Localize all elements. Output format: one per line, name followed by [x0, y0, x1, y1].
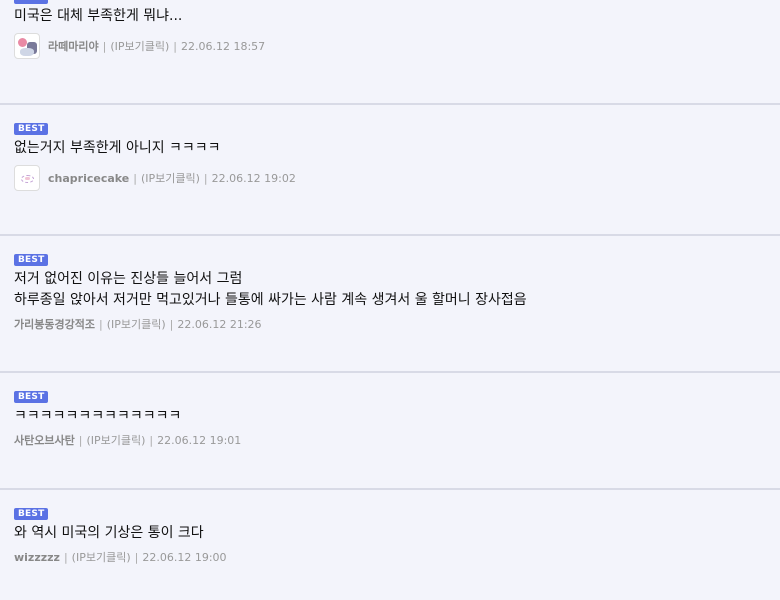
separator: |: [78, 433, 83, 447]
nickname[interactable]: 사탄오브사탄: [14, 432, 75, 448]
comment-date: 22.06.12 18:57: [181, 39, 266, 53]
comment-text: 저거 없어진 이유는 진상들 늘어서 그럼: [14, 271, 243, 287]
nickname[interactable]: wizzzzz: [14, 551, 60, 564]
comment-meta: 라떼마리야 | (IP보기클릭) | 22.06.12 18:57: [14, 32, 265, 60]
separator: |: [98, 317, 103, 331]
ip-view-link[interactable]: (IP보기클릭): [110, 38, 169, 54]
comment-text: 와 역시 미국의 기상은 통이 크다: [14, 525, 204, 541]
comment-date: 22.06.12 19:02: [211, 171, 296, 185]
comment-meta: chapricecake | (IP보기클릭) | 22.06.12 19:02: [14, 164, 296, 192]
separator: |: [149, 433, 154, 447]
separator: |: [102, 39, 107, 53]
best-badge: BEST: [14, 391, 49, 403]
ip-view-link[interactable]: (IP보기클릭): [86, 432, 145, 448]
best-badge: BEST: [14, 0, 49, 4]
comment-date: 22.06.12 19:01: [157, 433, 242, 447]
comment-item: BEST 미국은 대체 부족한게 뭐냐... 라떼마리야 | (IP보기클릭) …: [0, 0, 780, 105]
comment-item: BEST ㅋㅋㅋㅋㅋㅋㅋㅋㅋㅋㅋㅋㅋ 사탄오브사탄 | (IP보기클릭) | 2…: [0, 373, 780, 490]
comment-item: BEST 저거 없어진 이유는 진상들 늘어서 그럼 하루종일 앉아서 저거만 …: [0, 236, 780, 373]
comment-text: 없는거지 부족한게 아니지 ㅋㅋㅋㅋ: [14, 140, 221, 156]
comment-text: 미국은 대체 부족한게 뭐냐...: [14, 8, 183, 24]
separator: |: [134, 550, 139, 564]
comment-meta: wizzzzz | (IP보기클릭) | 22.06.12 19:00: [14, 543, 227, 571]
nickname[interactable]: 가리봉동경강적조: [14, 316, 95, 332]
separator: |: [169, 317, 174, 331]
comment-text: 하루종일 앉아서 저거만 먹고있거나 들통에 싸가는 사람 계속 생겨서 울 할…: [14, 292, 527, 308]
comment-meta: 사탄오브사탄 | (IP보기클릭) | 22.06.12 19:01: [14, 426, 241, 454]
avatar-cake-icon[interactable]: [14, 165, 40, 191]
separator: |: [133, 171, 137, 185]
ip-view-link[interactable]: (IP보기클릭): [141, 170, 200, 186]
nickname[interactable]: chapricecake: [48, 172, 129, 185]
ip-view-link[interactable]: (IP보기클릭): [107, 316, 166, 332]
ip-view-link[interactable]: (IP보기클릭): [72, 549, 131, 565]
separator: |: [173, 39, 177, 53]
comment-meta: 가리봉동경강적조 | (IP보기클릭) | 22.06.12 21:26: [14, 310, 262, 338]
separator: |: [63, 550, 68, 564]
comment-item: BEST 없는거지 부족한게 아니지 ㅋㅋㅋㅋ chapricecake | (…: [0, 105, 780, 236]
comment-text: ㅋㅋㅋㅋㅋㅋㅋㅋㅋㅋㅋㅋㅋ: [14, 408, 182, 424]
comment-date: 22.06.12 21:26: [177, 317, 262, 331]
avatar-anime-icon[interactable]: [14, 33, 40, 59]
nickname[interactable]: 라떼마리야: [48, 38, 99, 54]
best-badge: BEST: [14, 254, 49, 266]
best-badge: BEST: [14, 123, 49, 135]
comment-date: 22.06.12 19:00: [142, 550, 227, 564]
comment-item: BEST 와 역시 미국의 기상은 통이 크다 wizzzzz | (IP보기클…: [0, 490, 780, 600]
separator: |: [203, 171, 208, 185]
best-badge: BEST: [14, 508, 49, 520]
